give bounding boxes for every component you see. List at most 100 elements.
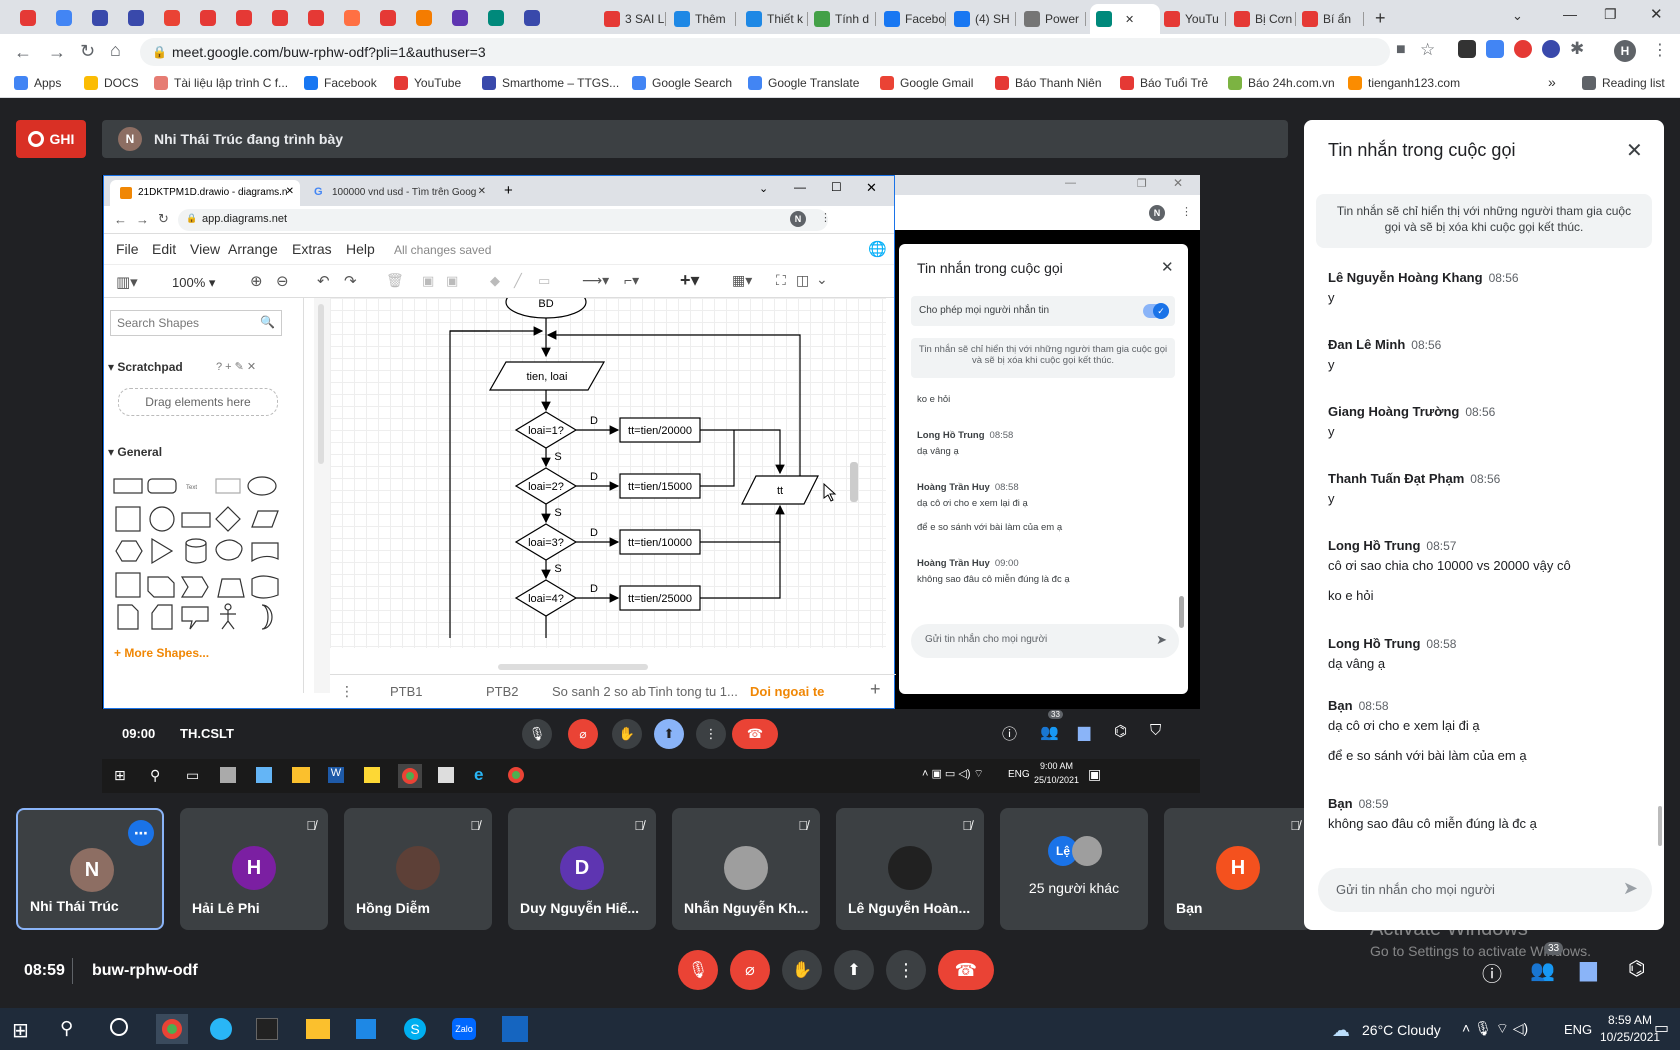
- browser-tab[interactable]: 3 SAI L: [598, 4, 666, 34]
- window-close-icon[interactable]: ✕: [1173, 176, 1183, 190]
- general-header[interactable]: ▾ General: [108, 445, 162, 459]
- tool-icon[interactable]: [220, 767, 236, 783]
- participant-tile[interactable]: H Hải Lê Phi 🎙̸: [180, 808, 328, 930]
- send-icon[interactable]: ➤: [1623, 878, 1638, 899]
- meeting-info-icon[interactable]: ⓘ: [1482, 958, 1502, 987]
- delete-icon[interactable]: 🗑: [386, 272, 404, 289]
- undo-icon[interactable]: ↶: [317, 272, 330, 290]
- drag-here-box[interactable]: Drag elements here: [118, 388, 278, 416]
- window-close-icon[interactable]: ✕: [1650, 5, 1663, 23]
- task-view-icon[interactable]: ▭: [186, 767, 199, 784]
- pinned-tab-icon[interactable]: [380, 10, 396, 26]
- puzzle-icon[interactable]: ✱: [1570, 39, 1584, 59]
- pinned-tab-icon[interactable]: [452, 10, 468, 26]
- chrome-icon[interactable]: [508, 767, 524, 783]
- photos-icon[interactable]: [438, 767, 454, 783]
- tray-icons[interactable]: ˄ ▣ ▭ ◁) ⌔: [922, 767, 984, 781]
- tab-search-icon[interactable]: ⌄: [759, 182, 768, 195]
- weather-text[interactable]: 26°C Cloudy: [1362, 1022, 1441, 1038]
- participant-tile[interactable]: Hồng Diễm 🎙̸: [344, 808, 492, 930]
- clock-time[interactable]: 8:59 AM: [1608, 1013, 1652, 1027]
- sticky-notes-icon[interactable]: [364, 767, 380, 783]
- language-globe-icon[interactable]: 🌐: [868, 240, 887, 258]
- drawio-menu-item[interactable]: File: [116, 241, 139, 257]
- bookmark-item[interactable]: Google Translate: [748, 76, 859, 90]
- browser-tab[interactable]: Thêm: [668, 4, 736, 34]
- bookmark-item[interactable]: DOCS: [84, 76, 139, 90]
- notifications-icon[interactable]: ▭: [1654, 1018, 1669, 1038]
- forward-icon[interactable]: →: [48, 42, 66, 63]
- drawio-menu-item[interactable]: Arrange: [228, 241, 278, 257]
- redo-icon[interactable]: ↷: [344, 272, 357, 290]
- browser-tab[interactable]: Facebo: [878, 4, 946, 34]
- page-tab[interactable]: PTB1: [390, 684, 423, 699]
- browser-tab[interactable]: Power: [1018, 4, 1086, 34]
- notification-icon[interactable]: ▣: [1088, 766, 1101, 783]
- collapse-icon[interactable]: ⌄: [816, 271, 828, 288]
- diagram-canvas[interactable]: BD tien, loai loai=1? loai=2? loai=3? lo…: [330, 298, 886, 648]
- drawio-menu-item[interactable]: View: [190, 241, 220, 257]
- tab-close-icon[interactable]: ✕: [286, 186, 294, 197]
- bookmark-star-icon[interactable]: ☆: [1420, 40, 1435, 60]
- more-options-icon[interactable]: ⋯: [128, 820, 154, 846]
- line-color-icon[interactable]: ╱: [514, 273, 522, 289]
- tab-close-icon[interactable]: ✕: [1125, 13, 1134, 26]
- close-icon[interactable]: ✕: [1626, 138, 1643, 163]
- page-tab[interactable]: PTB2: [486, 684, 519, 699]
- windows-start-icon[interactable]: ⊞: [12, 1018, 29, 1043]
- page-tab[interactable]: Doi ngoai te: [750, 684, 824, 699]
- pinned-tab-icon[interactable]: [416, 10, 432, 26]
- send-icon[interactable]: ➤: [1156, 632, 1167, 648]
- profile-avatar[interactable]: H: [1614, 40, 1636, 62]
- menu-dots-icon[interactable]: ⋮: [1652, 40, 1668, 60]
- mic-off-button[interactable]: 🎙: [678, 950, 718, 990]
- format-icon[interactable]: ◫: [796, 272, 809, 289]
- flowchart[interactable]: BD tien, loai loai=1? loai=2? loai=3? lo…: [330, 298, 886, 648]
- participant-tile[interactable]: Lệ 25 người khác: [1000, 808, 1148, 930]
- shape-library-grid[interactable]: Text: [112, 473, 282, 633]
- bookmark-item[interactable]: Báo 24h.com.vn: [1228, 76, 1335, 90]
- window-close-icon[interactable]: ✕: [866, 180, 877, 196]
- pinned-tab-icon[interactable]: [524, 10, 540, 26]
- window-minimize-icon[interactable]: —: [794, 180, 806, 194]
- chrome-taskbar-icon[interactable]: [156, 1014, 188, 1044]
- more-bookmarks-icon[interactable]: »: [1548, 74, 1556, 90]
- word-icon[interactable]: W: [328, 767, 344, 783]
- zoom-out-icon[interactable]: ⊖: [276, 272, 289, 290]
- skype-icon[interactable]: S: [404, 1018, 426, 1040]
- scratchpad-header[interactable]: ▾ Scratchpad: [108, 360, 183, 374]
- new-tab-icon[interactable]: +: [1375, 8, 1386, 29]
- reload-icon[interactable]: ↻: [80, 41, 95, 62]
- pinned-tab-icon[interactable]: [200, 10, 216, 26]
- translate-extension-icon[interactable]: [1486, 40, 1504, 58]
- bookmark-item[interactable]: Reading list: [1582, 76, 1665, 90]
- bookmark-item[interactable]: YouTube: [394, 76, 461, 90]
- insert-icon[interactable]: +▾: [680, 270, 700, 291]
- extension-icon[interactable]: [1458, 40, 1476, 58]
- browser-tab[interactable]: ✕: [1090, 4, 1160, 34]
- connection-icon[interactable]: ⟶▾: [582, 272, 609, 289]
- window-restore-icon[interactable]: ❐: [1137, 177, 1147, 190]
- zoom-level[interactable]: 100% ▾: [172, 275, 215, 291]
- home-icon[interactable]: ⌂: [110, 40, 121, 61]
- end-call-icon[interactable]: ☎: [732, 719, 778, 749]
- new-tab-icon[interactable]: +: [504, 182, 513, 199]
- pinned-tab-icon[interactable]: [488, 10, 504, 26]
- host-controls-icon[interactable]: ⛉: [1150, 722, 1161, 739]
- shared-chat-scrollbar[interactable]: [1179, 596, 1184, 628]
- pinned-tab-icon[interactable]: [272, 10, 288, 26]
- photos-icon[interactable]: [502, 1016, 528, 1042]
- participant-tile[interactable]: D Duy Nguyễn Hiế... 🎙̸: [508, 808, 656, 930]
- camera-off-button[interactable]: ⌀: [730, 950, 770, 990]
- allow-toggle[interactable]: ✓: [1143, 303, 1169, 319]
- bookmark-item[interactable]: Tài liệu lập trình C f...: [154, 76, 288, 90]
- forward-icon[interactable]: →: [136, 212, 149, 227]
- browser-tab[interactable]: (4) SH: [948, 4, 1016, 34]
- activities-icon[interactable]: ⌬: [1114, 722, 1127, 740]
- participant-tile[interactable]: Nhẫn Nguyễn Kh... 🎙̸: [672, 808, 820, 930]
- pinned-tab-icon[interactable]: [56, 10, 72, 26]
- app-icon[interactable]: [210, 1018, 232, 1040]
- profile-avatar-small[interactable]: N: [790, 211, 806, 227]
- more-options-button[interactable]: ⋮: [886, 950, 926, 990]
- pinned-tab-icon[interactable]: [128, 10, 144, 26]
